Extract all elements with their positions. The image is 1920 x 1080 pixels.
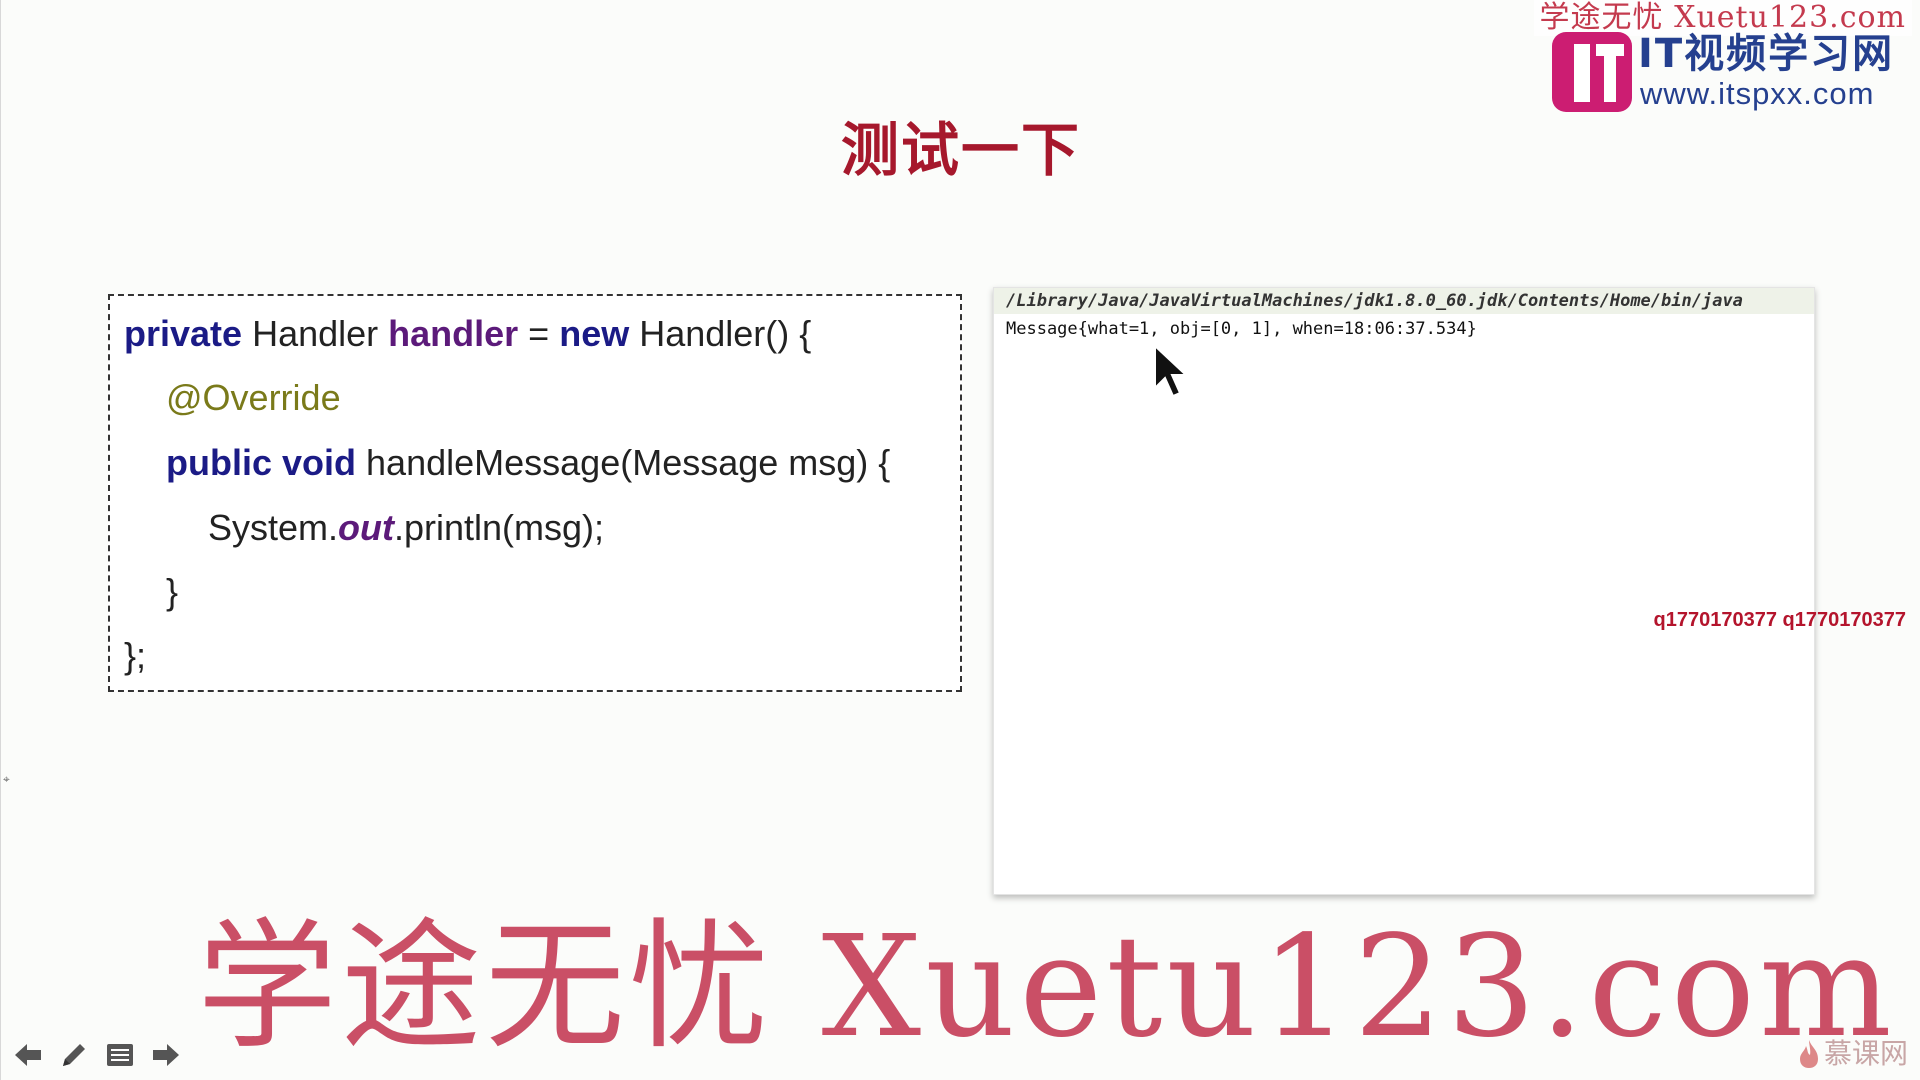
code-line-6: }; [124, 635, 147, 676]
code-keyword: public [166, 442, 272, 483]
slide-title: 测试一下 [840, 116, 1081, 184]
code-text: .println(msg); [394, 507, 605, 548]
code-field: handler [388, 313, 519, 354]
code-snippet-box: private Handler handler = new Handler() … [108, 294, 962, 692]
itspxx-logo: IT视频学习网 www.itspxx.com [1552, 32, 1908, 114]
imooc-label: 慕课网 [1823, 1037, 1908, 1070]
console-java-path: /Library/Java/JavaVirtualMachines/jdk1.8… [1006, 291, 1743, 311]
mouse-pointer-icon [1154, 344, 1189, 398]
code-keyword: private [124, 313, 243, 354]
qq-watermark: q1770170377 q1770170377 [1653, 609, 1906, 631]
code-keyword: new [559, 313, 630, 354]
imooc-logo: 慕课网 [1798, 1034, 1908, 1074]
code-line-2: @Override [166, 376, 341, 420]
arrow-left-icon[interactable] [11, 1038, 45, 1072]
code-static-field: out [338, 507, 394, 548]
arrow-right-icon[interactable] [149, 1038, 183, 1072]
code-line-1: private Handler handler = new Handler() … [124, 312, 811, 356]
console-message-output: Message{what=1, obj=[0, 1], when=18:06:3… [1006, 319, 1477, 339]
resize-handle-icon[interactable]: ⌖ [3, 772, 10, 787]
pencil-icon[interactable] [57, 1038, 91, 1072]
code-text: handleMessage(Message msg) { [356, 442, 891, 483]
code-keyword: void [282, 442, 357, 483]
flame-icon [1799, 1040, 1818, 1068]
code-annotation: @Override [166, 377, 341, 418]
menu-icon[interactable] [103, 1038, 137, 1072]
console-output-panel[interactable]: /Library/Java/JavaVirtualMachines/jdk1.8… [993, 287, 1815, 895]
logo-url: www.itspxx.com [1640, 76, 1875, 111]
slide-nav-toolbar [11, 1038, 183, 1072]
code-text: = [518, 313, 560, 354]
code-line-4: System.out.println(msg); [208, 506, 604, 550]
slide-stage: 学途无忧 Xuetu123.com IT视频学习网 www.itspxx.com… [0, 0, 1920, 1080]
code-text: Handler() { [629, 313, 812, 354]
code-text: System. [208, 507, 339, 548]
code-line-3: public void handleMessage(Message msg) { [166, 441, 890, 485]
bottom-watermark-text: 学途无忧 Xuetu123.com [197, 906, 1896, 1069]
it-logo-icon [1552, 32, 1632, 112]
logo-name: IT视频学习网 [1638, 31, 1895, 77]
code-line-5: } [166, 571, 179, 612]
code-text: Handler [242, 313, 389, 354]
